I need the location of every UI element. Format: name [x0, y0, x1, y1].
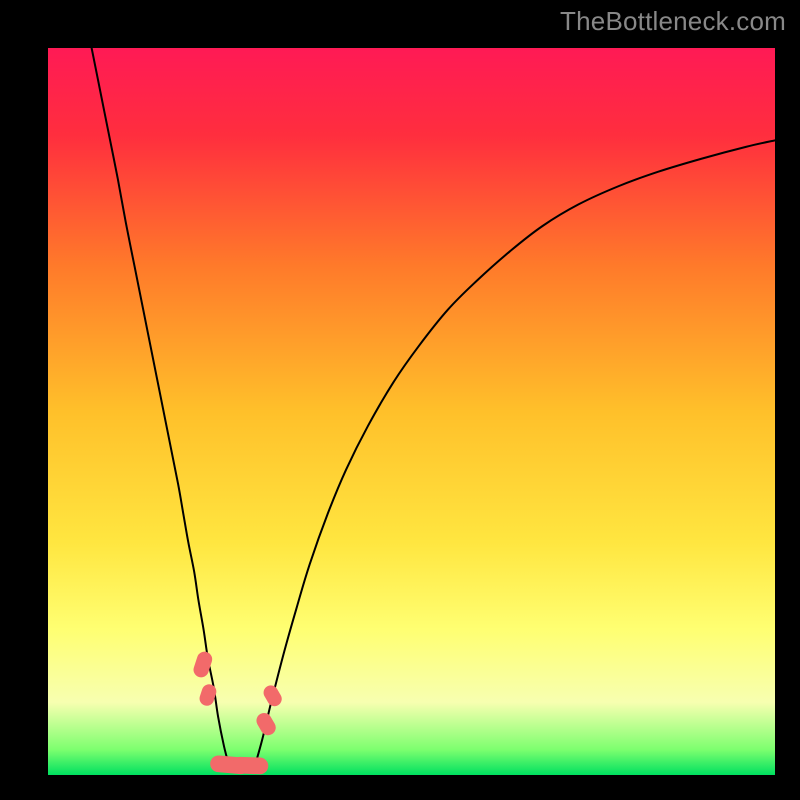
plot-area: [48, 48, 775, 775]
watermark-label: TheBottleneck.com: [560, 6, 786, 37]
chart-frame: TheBottleneck.com: [0, 0, 800, 800]
chart-background: [48, 48, 775, 775]
marker-3: [232, 757, 269, 775]
chart-svg: [48, 48, 775, 775]
